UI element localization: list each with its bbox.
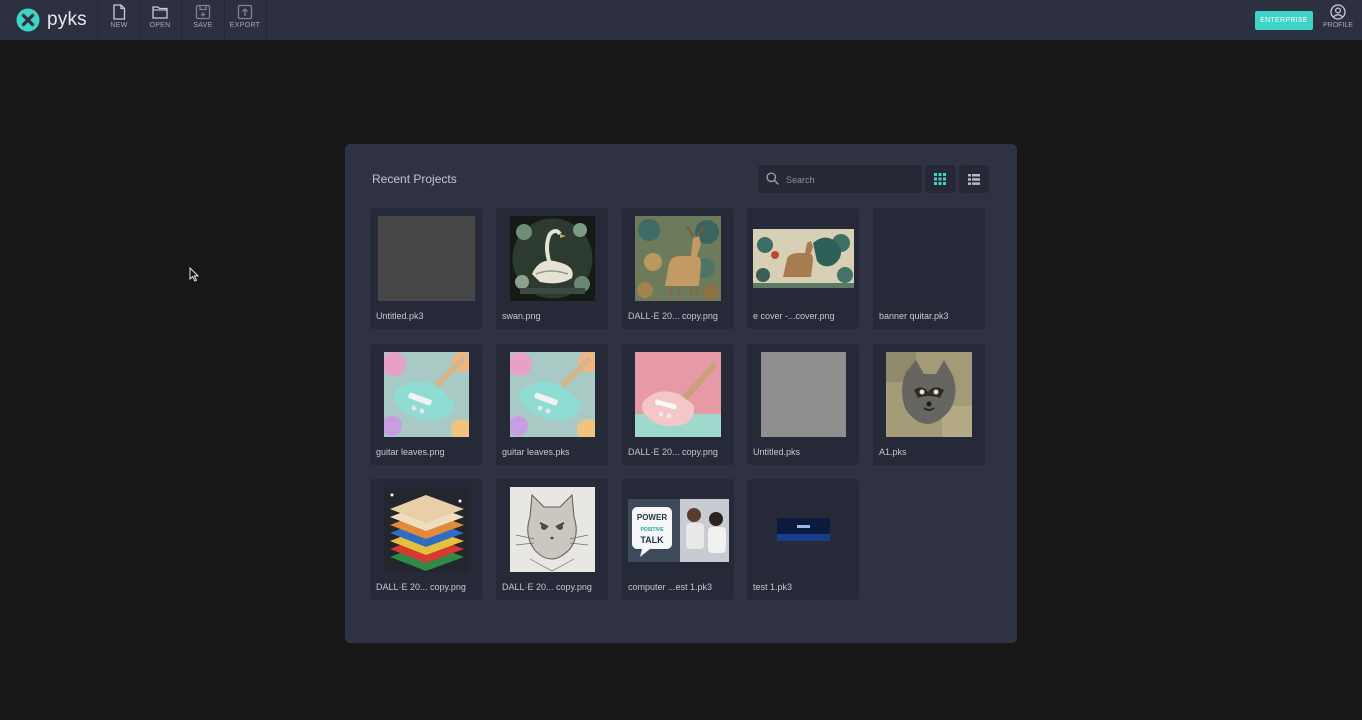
project-name: e cover -...cover.png — [753, 311, 835, 321]
grid-icon — [934, 173, 946, 185]
project-card[interactable]: swan.png — [496, 208, 608, 329]
project-thumbnail — [753, 229, 854, 288]
save-button[interactable]: SAVE — [182, 0, 225, 40]
project-card[interactable]: guitar leaves.pks — [496, 344, 608, 465]
open-label: OPEN — [149, 22, 171, 29]
user-icon — [1330, 4, 1346, 20]
brand-name: pyks — [47, 9, 87, 30]
project-thumbnail: POWER POSITIVE TALK — [628, 499, 729, 562]
project-name: banner quitar.pk3 — [879, 311, 949, 321]
project-card[interactable]: test 1.pk3 — [747, 479, 859, 600]
project-thumbnail — [510, 352, 595, 437]
project-card[interactable]: banner quitar.pk3 — [873, 208, 985, 329]
project-thumbnail — [761, 352, 846, 437]
new-label: NEW — [110, 22, 128, 29]
new-file-icon — [113, 4, 126, 20]
thumb-text-talk: TALK — [640, 535, 664, 545]
project-card[interactable]: A1.pks — [873, 344, 985, 465]
enterprise-button[interactable]: ENTERPRISE — [1255, 11, 1313, 30]
project-thumbnail — [384, 352, 469, 437]
project-thumbnail — [378, 216, 475, 301]
pyks-logo-icon — [16, 8, 40, 32]
project-card[interactable]: DALL·E 20... copy.png — [370, 479, 482, 600]
grid-view-button[interactable] — [925, 165, 955, 193]
open-button[interactable]: OPEN — [139, 0, 182, 40]
project-card[interactable]: POWER POSITIVE TALK computer ...est 1.pk… — [622, 479, 734, 600]
recent-projects-panel: Recent Projects Untitled.pk3 — [345, 144, 1017, 643]
profile-label: PROFILE — [1323, 22, 1353, 29]
project-name: Untitled.pks — [753, 447, 801, 457]
project-thumbnail — [777, 518, 830, 541]
project-card[interactable]: Untitled.pks — [747, 344, 859, 465]
profile-button[interactable]: PROFILE — [1321, 0, 1355, 40]
mouse-cursor-icon — [189, 267, 199, 282]
project-name: guitar leaves.pks — [502, 447, 570, 457]
project-name: DALL·E 20... copy.png — [376, 582, 466, 592]
project-name: swan.png — [502, 311, 541, 321]
project-card[interactable]: DALL·E 20... copy.png — [622, 208, 734, 329]
project-name: DALL·E 20... copy.png — [628, 311, 718, 321]
thumb-text-power: POWER — [637, 513, 667, 522]
project-card[interactable]: Untitled.pk3 — [370, 208, 482, 329]
project-thumbnail — [635, 352, 721, 437]
project-name: test 1.pk3 — [753, 582, 793, 592]
project-thumbnail — [886, 352, 972, 437]
project-name: guitar leaves.png — [376, 447, 445, 457]
new-button[interactable]: NEW — [97, 0, 141, 40]
export-icon — [237, 4, 253, 20]
project-card[interactable]: DALL·E 20... copy.png — [496, 479, 608, 600]
thumb-text-positive: POSITIVE — [640, 527, 664, 533]
list-icon — [968, 173, 980, 185]
project-thumbnail — [635, 216, 721, 301]
search-input[interactable] — [784, 169, 918, 191]
project-card[interactable]: guitar leaves.png — [370, 344, 482, 465]
project-thumbnail — [384, 487, 469, 572]
save-label: SAVE — [193, 22, 213, 29]
project-thumbnail — [510, 487, 595, 572]
save-icon — [195, 4, 211, 20]
project-thumbnail — [510, 216, 595, 301]
export-button[interactable]: EXPORT — [224, 0, 267, 40]
list-view-button[interactable] — [959, 165, 989, 193]
export-label: EXPORT — [229, 22, 261, 29]
project-name: DALL·E 20... copy.png — [502, 582, 592, 592]
top-toolbar: pyks NEW OPEN SAVE EXPORT ENTERPRISE PRO… — [0, 0, 1362, 40]
project-card[interactable]: DALL·E 20... copy.png — [622, 344, 734, 465]
project-name: A1.pks — [879, 447, 907, 457]
search-icon — [766, 172, 779, 185]
project-name: Untitled.pk3 — [376, 311, 424, 321]
project-card[interactable]: e cover -...cover.png — [747, 208, 859, 329]
project-name: DALL·E 20... copy.png — [628, 447, 718, 457]
folder-icon — [152, 6, 168, 19]
brand-logo[interactable]: pyks — [16, 6, 87, 34]
project-name: computer ...est 1.pk3 — [628, 582, 713, 592]
panel-title: Recent Projects — [372, 172, 457, 186]
search-box[interactable] — [758, 165, 922, 193]
